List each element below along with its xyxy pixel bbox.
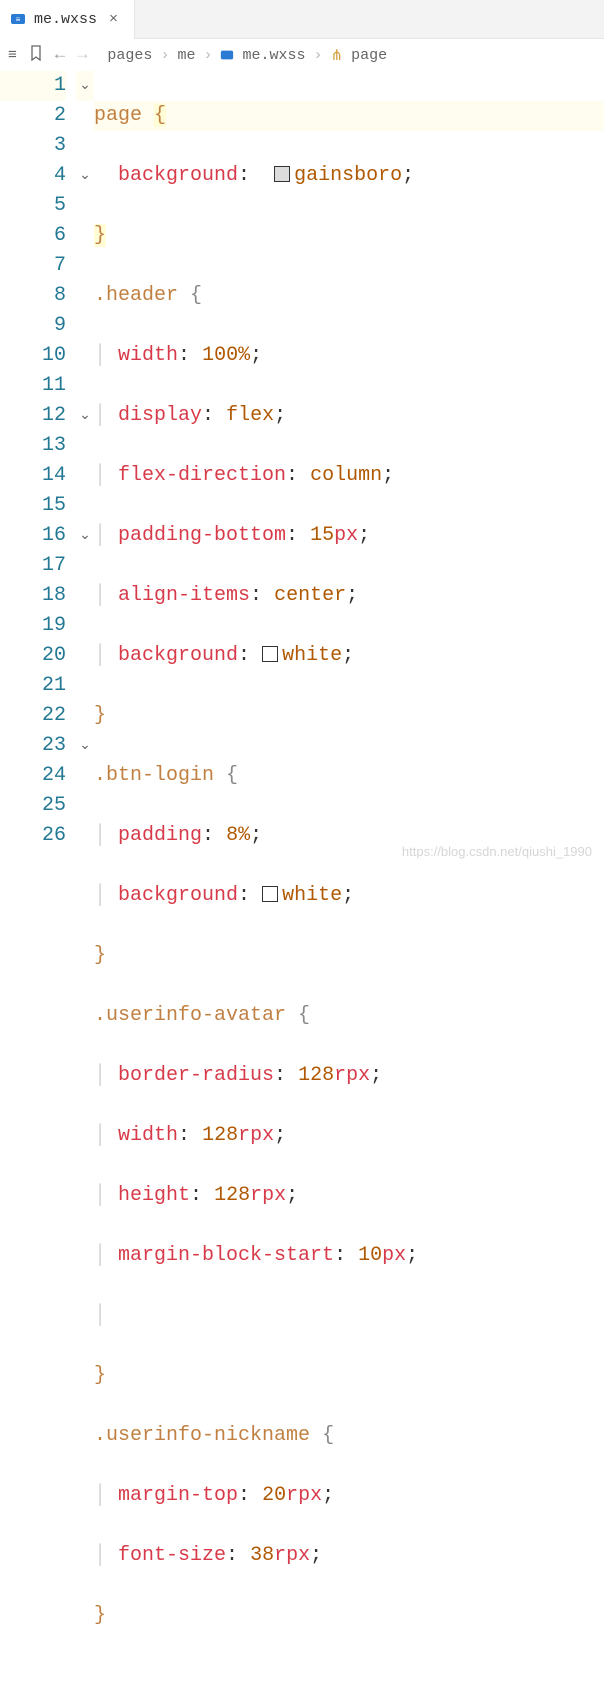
css-file-icon: ≡ [10,11,26,29]
tab-bar: ≡ me.wxss × [0,0,604,39]
line-numbers: 1234567891011121314151617181920212223242… [0,71,76,871]
bookmark-icon[interactable] [29,45,43,66]
color-swatch [274,166,290,182]
chevron-right-icon: › [314,47,323,64]
fold-toggle-icon[interactable]: ⌄ [76,401,94,431]
code-editor[interactable]: 1234567891011121314151617181920212223242… [0,71,604,871]
breadcrumb-item[interactable]: page [351,47,387,64]
color-swatch [262,886,278,902]
svg-text:≡: ≡ [16,15,21,24]
breadcrumb-item[interactable]: pages [107,47,152,64]
fold-toggle-icon[interactable]: ⌄ [76,71,94,101]
chevron-right-icon: › [160,47,169,64]
breadcrumb-item[interactable]: me.wxss [242,47,305,64]
nav-back-icon[interactable]: ← [55,46,65,65]
menu-icon[interactable]: ≡ [8,47,17,64]
color-swatch [262,646,278,662]
close-icon[interactable]: × [105,11,122,28]
chevron-right-icon: › [203,47,212,64]
breadcrumb: pages › me › me.wxss › ⋔ page [107,46,387,65]
tab-file[interactable]: ≡ me.wxss × [0,0,135,39]
breadcrumb-item[interactable]: me [177,47,195,64]
symbol-icon: ⋔ [331,46,344,65]
toolbar: ≡ ← → pages › me › me.wxss › ⋔ page [0,39,604,71]
fold-toggle-icon[interactable]: ⌄ [76,161,94,191]
code-area[interactable]: page { background: gainsboro; } .header … [94,71,604,871]
tab-label: me.wxss [34,11,97,28]
fold-column: ⌄ ⌄ ⌄ ⌄ ⌄ [76,71,94,871]
nav-forward-icon: → [77,46,87,65]
fold-toggle-icon[interactable]: ⌄ [76,731,94,761]
css-file-icon [220,47,234,64]
fold-toggle-icon[interactable]: ⌄ [76,521,94,551]
watermark: https://blog.csdn.net/qiushi_1990 [402,844,592,859]
